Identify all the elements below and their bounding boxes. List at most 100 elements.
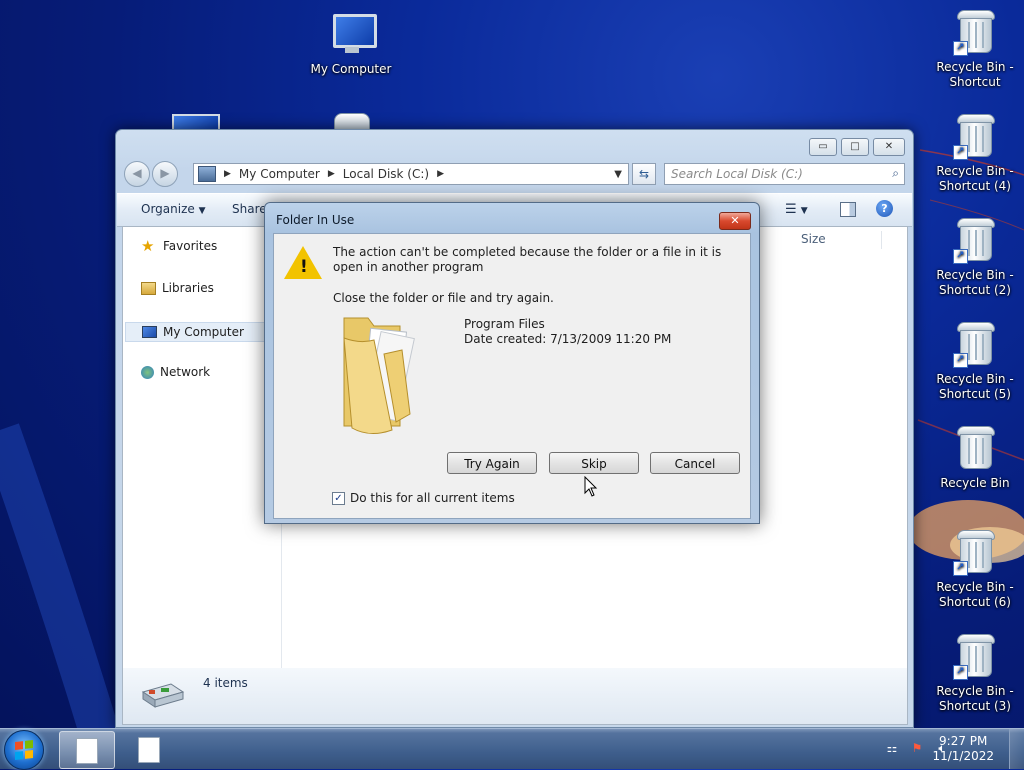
start-button[interactable] — [4, 730, 44, 770]
desktop-icon-label: Recycle Bin - Shortcut (2) — [936, 268, 1014, 297]
recycle-bin-icon: ↗ — [951, 528, 999, 576]
shortcut-arrow-icon: ↗ — [953, 353, 968, 368]
computer-icon — [142, 326, 157, 338]
dialog-body: ! The action can't be completed because … — [273, 233, 751, 519]
nav-item-favorites[interactable]: ★ Favorites — [141, 237, 218, 255]
column-header-size[interactable]: Size — [795, 231, 882, 249]
navigation-buttons: ◀ ▶ — [124, 161, 178, 187]
exclamation-mark: ! — [300, 257, 308, 277]
clock-date: 11/1/2022 — [932, 749, 994, 763]
clock-time: 9:27 PM — [939, 734, 988, 748]
recycle-bin-icon: ↗ — [951, 8, 999, 56]
nav-item-label: Libraries — [162, 281, 214, 295]
organize-button[interactable]: Organize ▼ — [141, 202, 206, 216]
shortcut-arrow-icon: ↗ — [953, 561, 968, 576]
drive-icon — [141, 683, 185, 708]
apply-to-all-checkbox[interactable]: ✓ — [332, 491, 345, 505]
nav-item-libraries[interactable]: Libraries — [141, 281, 214, 295]
desktop-icon-label: My Computer — [310, 62, 392, 76]
computer-icon — [327, 10, 377, 58]
shortcut-arrow-icon: ↗ — [953, 249, 968, 264]
try-again-button[interactable]: Try Again — [447, 452, 537, 474]
organize-label: Organize — [141, 202, 195, 216]
nav-item-network[interactable]: Network — [141, 365, 210, 379]
computer-icon[interactable] — [172, 114, 220, 130]
breadcrumb-chevron-icon[interactable]: ▶ — [224, 169, 231, 179]
maximize-button[interactable]: □ — [841, 138, 869, 156]
breadcrumb-chevron-icon[interactable]: ▶ — [328, 169, 335, 179]
breadcrumb-chevron-icon[interactable]: ▶ — [437, 169, 444, 179]
close-button[interactable]: ✕ — [873, 138, 905, 156]
search-icon[interactable]: ⌕ — [892, 166, 899, 181]
cancel-button[interactable]: Cancel — [650, 452, 740, 474]
shortcut-arrow-icon: ↗ — [953, 145, 968, 160]
desktop-icon-recycle-bin-shortcut-6[interactable]: ↗ Recycle Bin - Shortcut (6) — [930, 528, 1020, 610]
skip-button[interactable]: Skip — [549, 452, 639, 474]
star-icon: ★ — [141, 237, 155, 255]
show-desktop-button[interactable] — [1009, 729, 1024, 769]
recycle-bin-icon: ↗ — [951, 216, 999, 264]
back-button[interactable]: ◀ — [124, 161, 150, 187]
dialog-message: The action can't be completed because th… — [333, 245, 722, 274]
clock[interactable]: 9:27 PM 11/1/2022 — [932, 734, 994, 764]
forward-button[interactable]: ▶ — [152, 161, 178, 187]
window-controls: ▭ □ ✕ — [809, 138, 905, 156]
taskbar: ⚏ ⚑ 🔈︎ 9:27 PM 11/1/2022 — [0, 728, 1024, 770]
folder-icon — [343, 317, 415, 434]
nav-item-label: My Computer — [163, 325, 244, 339]
breadcrumb-local-disk[interactable]: Local Disk (C:) — [343, 167, 429, 181]
network-tray-icon[interactable]: ⚏ — [884, 740, 900, 756]
apply-to-all-label[interactable]: Do this for all current items — [350, 491, 515, 505]
desktop-icon-label: Recycle Bin - Shortcut (4) — [936, 164, 1014, 193]
mouse-cursor-icon — [584, 476, 598, 497]
search-placeholder: Search Local Disk (C:) — [671, 167, 803, 181]
taskbar-button-explorer[interactable] — [59, 731, 115, 769]
recycle-bin-icon: ↗ — [951, 632, 999, 680]
recycle-bin-icon: ↗ — [951, 112, 999, 160]
nav-item-label: Favorites — [163, 239, 218, 253]
apply-to-all-checkbox-row[interactable]: ✓ Do this for all current items — [332, 491, 515, 505]
address-bar[interactable]: ▶ My Computer ▶ Local Disk (C:) ▶ ▼ — [193, 163, 629, 185]
desktop-icon-label: Recycle Bin - Shortcut (5) — [936, 372, 1014, 401]
details-pane: 4 items — [122, 668, 908, 725]
nav-item-label: Network — [160, 365, 211, 379]
recycle-bin-icon — [951, 424, 999, 472]
dialog-close-button[interactable]: ✕ — [719, 212, 751, 230]
desktop-icon-my-computer[interactable]: My Computer — [306, 10, 396, 77]
taskbar-button-document[interactable] — [122, 731, 176, 767]
desktop-icon-recycle-bin-shortcut-3[interactable]: ↗ Recycle Bin - Shortcut (3) — [930, 632, 1020, 714]
windows-logo-icon — [15, 740, 33, 760]
libraries-icon — [141, 281, 156, 295]
network-icon — [141, 365, 154, 379]
action-center-flag-icon[interactable]: ⚑ — [909, 740, 925, 756]
folder-in-use-dialog: Folder In Use ✕ ! The action can't be co… — [264, 202, 760, 524]
view-options-icon[interactable]: ☰ ▼ — [785, 202, 808, 217]
desktop-icon-recycle-bin-shortcut-4[interactable]: ↗ Recycle Bin - Shortcut (4) — [930, 112, 1020, 194]
dialog-instruction: Close the folder or file and try again. — [333, 291, 554, 305]
status-item-count: 4 items — [203, 676, 248, 690]
share-button[interactable]: Share — [232, 202, 267, 216]
breadcrumb-my-computer[interactable]: My Computer — [239, 167, 320, 181]
desktop-icon-label: Recycle Bin - Shortcut — [936, 60, 1014, 89]
navigation-pane: ★ Favorites Libraries My Computer Networ… — [123, 227, 293, 669]
help-icon[interactable]: ? — [876, 200, 893, 217]
desktop-icon-recycle-bin[interactable]: Recycle Bin — [930, 424, 1020, 491]
dialog-title: Folder In Use — [276, 213, 355, 227]
shortcut-arrow-icon: ↗ — [953, 665, 968, 680]
document-icon — [138, 737, 160, 763]
minimize-button[interactable]: ▭ — [809, 138, 837, 156]
desktop-icon-label: Recycle Bin - Shortcut (6) — [936, 580, 1014, 609]
desktop-icon-recycle-bin-shortcut[interactable]: ↗ Recycle Bin - Shortcut — [930, 8, 1020, 90]
recycle-bin-icon[interactable] — [334, 113, 370, 130]
desktop-icon-recycle-bin-shortcut-2[interactable]: ↗ Recycle Bin - Shortcut (2) — [930, 216, 1020, 298]
file-date-created: Date created: 7/13/2009 11:20 PM — [464, 332, 672, 346]
recycle-bin-icon: ↗ — [951, 320, 999, 368]
preview-pane-icon[interactable] — [840, 202, 856, 217]
chevron-down-icon: ▼ — [198, 206, 206, 216]
file-name: Program Files — [464, 317, 545, 331]
desktop-icon-recycle-bin-shortcut-5[interactable]: ↗ Recycle Bin - Shortcut (5) — [930, 320, 1020, 402]
address-dropdown-icon[interactable]: ▼ — [614, 169, 628, 180]
refresh-button[interactable]: ⇆ — [632, 163, 656, 185]
desktop-icon-label: Recycle Bin - Shortcut (3) — [936, 684, 1014, 713]
search-input[interactable]: Search Local Disk (C:) ⌕ — [664, 163, 905, 185]
